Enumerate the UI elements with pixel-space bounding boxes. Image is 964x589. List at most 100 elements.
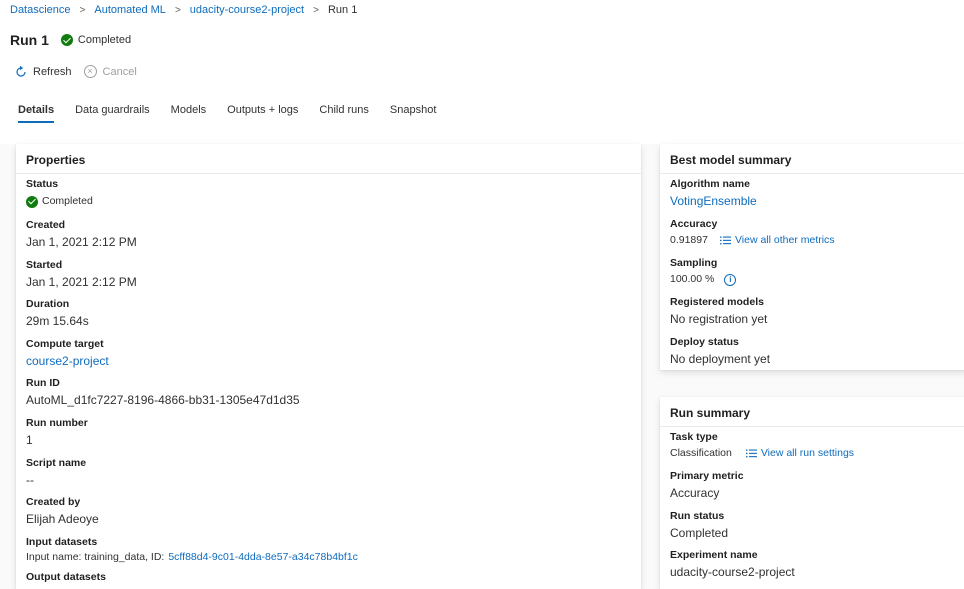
created-by-field: Created by Elijah Adeoye xyxy=(26,496,99,527)
run-number-label: Run number xyxy=(26,417,88,429)
input-dataset-id-link[interactable]: 5cff88d4-9c01-4dda-8e57-a34c78b4bf1c xyxy=(168,550,358,565)
accuracy-value: 0.91897 View all other metrics xyxy=(670,233,835,248)
properties-card: Properties Status Completed Created Jan … xyxy=(16,144,641,589)
tab-outputs-logs[interactable]: Outputs + logs xyxy=(227,104,298,123)
input-dataset-prefix: Input name: training_data, ID: xyxy=(26,551,165,563)
info-icon[interactable]: i xyxy=(724,273,737,286)
breadcrumb-item-experiment[interactable]: udacity-course2-project xyxy=(190,4,304,16)
tab-list: Details Data guardrails Models Outputs +… xyxy=(18,104,457,123)
deploy-status-label: Deploy status xyxy=(670,336,739,348)
sampling-value-text: 100.00 % xyxy=(670,273,715,285)
check-circle-icon xyxy=(60,34,73,46)
divider xyxy=(660,426,964,427)
run-id-value: AutoML_d1fc7227-8196-4866-bb31-1305e47d1… xyxy=(26,393,300,407)
list-icon xyxy=(745,449,757,458)
sampling-label: Sampling xyxy=(670,257,718,269)
run-status-field: Run status Completed xyxy=(670,510,728,541)
registered-models-label: Registered models xyxy=(670,296,764,308)
experiment-name-field: Experiment name udacity-course2-project xyxy=(670,549,795,580)
chevron-right-icon: > xyxy=(313,4,319,16)
command-bar: Refresh × Cancel xyxy=(15,65,149,78)
best-model-title: Best model summary xyxy=(670,153,792,167)
tab-models[interactable]: Models xyxy=(171,104,206,123)
breadcrumb-current: Run 1 xyxy=(327,4,358,16)
run-number-value: 1 xyxy=(26,433,33,447)
compute-target-field: Compute target course2-project xyxy=(26,338,109,369)
best-model-summary-card: Best model summary Algorithm name Voting… xyxy=(660,144,964,370)
sampling-field: Sampling 100.00 % i xyxy=(670,257,737,287)
input-datasets-value: Input name: training_data, ID: 5cff88d4-… xyxy=(26,550,358,565)
task-type-label: Task type xyxy=(670,431,718,443)
view-all-metrics-link[interactable]: View all other metrics xyxy=(719,233,835,248)
accuracy-value-text: 0.91897 xyxy=(670,234,708,246)
title-row: Run 1 Completed xyxy=(10,32,131,48)
input-datasets-label: Input datasets xyxy=(26,536,98,548)
algorithm-label: Algorithm name xyxy=(670,178,750,190)
primary-metric-label: Primary metric xyxy=(670,470,744,482)
run-status-label: Run status xyxy=(670,510,725,522)
compute-target-link[interactable]: course2-project xyxy=(26,354,109,369)
divider xyxy=(16,173,641,174)
compute-target-label: Compute target xyxy=(26,338,104,350)
cancel-button[interactable]: × Cancel xyxy=(83,65,137,78)
duration-value: 29m 15.64s xyxy=(26,314,89,328)
task-type-field: Task type Classification View all run se… xyxy=(670,431,854,461)
algorithm-field: Algorithm name VotingEnsemble xyxy=(670,178,757,209)
breadcrumb-bar: Datascience > Automated ML > udacity-cou… xyxy=(0,0,964,23)
view-all-run-settings-link[interactable]: View all run settings xyxy=(745,446,855,461)
created-by-label: Created by xyxy=(26,496,81,508)
created-field: Created Jan 1, 2021 2:12 PM xyxy=(26,219,137,250)
chevron-right-icon: > xyxy=(174,4,181,16)
tab-data-guardrails[interactable]: Data guardrails xyxy=(75,104,150,123)
sampling-value: 100.00 % i xyxy=(670,272,737,287)
script-name-value: -- xyxy=(26,473,34,487)
status-value: Completed xyxy=(26,194,93,209)
duration-field: Duration 29m 15.64s xyxy=(26,298,89,329)
run-id-field: Run ID AutoML_d1fc7227-8196-4866-bb31-13… xyxy=(26,377,300,408)
cancel-icon: × xyxy=(83,65,97,78)
view-all-metrics-label: View all other metrics xyxy=(734,234,835,246)
status-badge: Completed xyxy=(60,34,132,46)
run-summary-card: Run summary Task type Classification Vie… xyxy=(660,397,964,589)
run-number-field: Run number 1 xyxy=(26,417,88,448)
chevron-right-icon: > xyxy=(79,4,86,16)
created-label: Created xyxy=(26,219,66,231)
status-badge-label: Completed xyxy=(77,34,132,46)
breadcrumb-item-datascience[interactable]: Datascience xyxy=(10,4,71,16)
refresh-icon xyxy=(16,65,26,77)
tab-details[interactable]: Details xyxy=(18,104,55,123)
deploy-status-field: Deploy status No deployment yet xyxy=(670,336,770,367)
tab-child-runs[interactable]: Child runs xyxy=(319,104,369,123)
experiment-name-value: udacity-course2-project xyxy=(670,565,795,579)
started-field: Started Jan 1, 2021 2:12 PM xyxy=(26,259,137,290)
algorithm-link[interactable]: VotingEnsemble xyxy=(670,194,757,209)
registered-models-value: No registration yet xyxy=(670,312,768,326)
script-name-field: Script name -- xyxy=(26,457,86,488)
input-datasets-field: Input datasets Input name: training_data… xyxy=(26,536,358,565)
divider xyxy=(660,173,964,174)
created-by-value: Elijah Adeoye xyxy=(26,512,99,526)
view-all-run-settings-label: View all run settings xyxy=(760,447,855,459)
task-type-value: Classification View all run settings xyxy=(670,446,854,461)
deploy-status-value: No deployment yet xyxy=(670,352,771,366)
task-type-value-text: Classification xyxy=(670,447,732,459)
breadcrumb-item-automated-ml[interactable]: Automated ML xyxy=(94,4,166,16)
refresh-button[interactable]: Refresh xyxy=(15,66,72,78)
run-status-value: Completed xyxy=(670,526,729,540)
status-label: Status xyxy=(26,178,59,190)
check-circle-icon xyxy=(26,195,38,208)
script-name-label: Script name xyxy=(26,457,87,469)
output-datasets-label: Output datasets xyxy=(26,571,106,583)
started-label: Started xyxy=(26,259,63,271)
output-datasets-field: Output datasets xyxy=(26,571,106,584)
tab-snapshot[interactable]: Snapshot xyxy=(390,104,436,123)
primary-metric-value: Accuracy xyxy=(670,486,720,500)
breadcrumb: Datascience > Automated ML > udacity-cou… xyxy=(10,4,357,16)
started-value: Jan 1, 2021 2:12 PM xyxy=(26,275,137,289)
created-value: Jan 1, 2021 2:12 PM xyxy=(26,235,137,249)
accuracy-field: Accuracy 0.91897 View all other metrics xyxy=(670,218,835,248)
cancel-label: Cancel xyxy=(102,65,137,78)
run-id-label: Run ID xyxy=(26,377,60,389)
page-title: Run 1 xyxy=(10,32,49,48)
properties-title: Properties xyxy=(26,153,86,167)
